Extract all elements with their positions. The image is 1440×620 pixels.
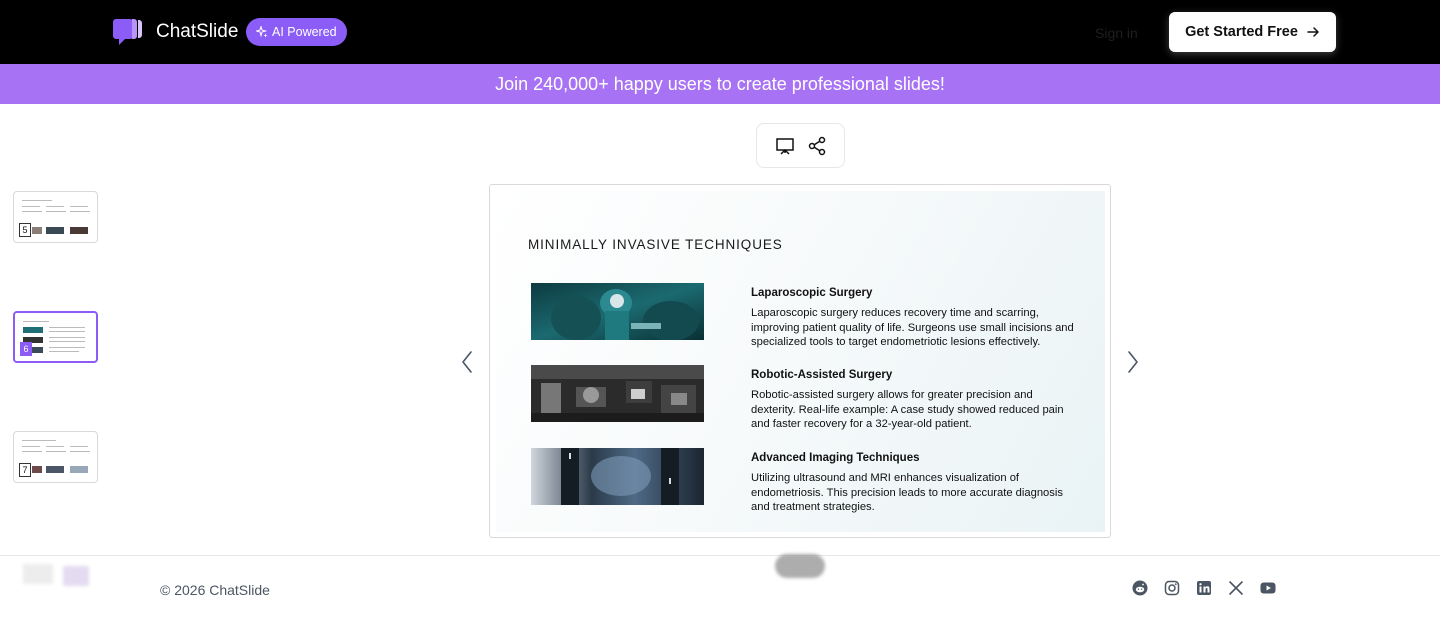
slide-thumbnail-5[interactable]: 5 [13,191,98,243]
thumb-image [46,466,64,473]
previous-slide-button[interactable] [460,350,474,374]
ai-powered-badge: AI Powered [246,18,347,46]
promo-banner: Join 240,000+ happy users to create prof… [0,64,1440,104]
thumb-line [22,200,52,201]
thumb-image [70,227,88,234]
thumb-line [22,211,42,212]
sparkle-icon [256,26,268,38]
thumb-image [32,227,42,234]
thumb-line [49,327,85,328]
reddit-icon[interactable] [1132,580,1148,596]
section-heading: Robotic-Assisted Surgery [751,369,893,381]
slide-toolbar [756,123,845,168]
share-icon[interactable] [807,136,827,156]
thumbnail-number: 7 [19,463,31,477]
robotic-surgery-image [531,365,704,422]
thumb-line [49,341,85,342]
slide-thumbnail-partial[interactable] [13,556,98,600]
get-started-button[interactable]: Get Started Free [1169,12,1336,52]
current-slide: MINIMALLY INVASIVE TECHNIQUES Laparoscop… [496,191,1105,532]
thumb-line [22,451,42,452]
slide-thumbnail-7[interactable]: 7 [13,431,98,483]
thumb-line [46,206,64,207]
x-icon[interactable] [1228,580,1244,596]
thumbnail-number: 6 [20,342,32,356]
section-body: Robotic-assisted surgery allows for grea… [751,389,1064,431]
laparoscopic-surgery-image [531,283,704,340]
thumb-line [23,321,49,322]
thumb-line [70,446,88,447]
arrow-right-icon [1307,27,1319,37]
brand-name[interactable]: ChatSlide [156,20,238,44]
chevron-left-icon [462,351,472,373]
section-heading: Laparoscopic Surgery [751,287,873,299]
slide-thumbnail-6[interactable]: 6 [13,311,98,363]
thumb-line [22,446,40,447]
instagram-icon[interactable] [1164,580,1180,596]
imaging-techniques-image [531,448,704,505]
slide-viewer: MINIMALLY INVASIVE TECHNIQUES Laparoscop… [489,184,1111,538]
top-header: ChatSlide AI Powered Sign in Get Started… [0,0,1440,64]
thumbnail-number: 5 [19,223,31,237]
ai-badge-label: AI Powered [272,25,337,39]
slide-counter-pill [775,554,825,578]
chevron-right-icon [1128,351,1138,373]
thumb-image [32,466,42,473]
sign-in-link[interactable]: Sign in [1095,25,1138,41]
slide-title: MINIMALLY INVASIVE TECHNIQUES [528,237,783,252]
get-started-label: Get Started Free [1185,24,1298,40]
thumb-line [49,351,79,352]
thumb-image [46,227,64,234]
page-footer: © 2026 ChatSlide [0,555,1440,620]
thumb-line [49,331,85,332]
thumb-line [70,451,90,452]
thumb-image [70,466,88,473]
copyright-text: © 2026 ChatSlide [160,582,270,598]
thumb-line [46,446,64,447]
thumb-line [70,206,88,207]
thumb-image [23,327,43,333]
next-slide-button[interactable] [1126,350,1140,374]
linkedin-icon[interactable] [1196,580,1212,596]
thumb-line [46,211,66,212]
youtube-icon[interactable] [1260,580,1276,596]
thumb-line [46,451,66,452]
thumb-line [49,337,85,338]
section-body: Utilizing ultrasound and MRI enhances vi… [751,472,1063,514]
thumb-line [22,206,40,207]
thumb-line [49,347,85,348]
section-body: Laparoscopic surgery reduces recovery ti… [751,307,1074,349]
section-heading: Advanced Imaging Techniques [751,452,920,464]
present-icon[interactable] [775,136,795,156]
chatslide-logo-icon[interactable] [112,16,144,48]
thumb-line [70,211,90,212]
thumb-line [22,440,56,441]
